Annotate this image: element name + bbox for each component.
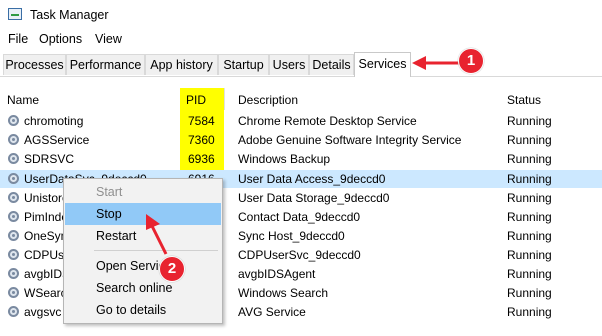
service-gear-icon: [8, 115, 19, 126]
service-gear-icon: [8, 134, 19, 145]
step2-badge: 2: [159, 256, 185, 282]
table-row[interactable]: SDRSVC 6936 Windows Backup Running: [0, 150, 602, 168]
col-description[interactable]: Description: [238, 93, 298, 107]
service-name: avgsvc: [24, 305, 62, 319]
menu-item-start: Start: [96, 185, 123, 199]
menu-file[interactable]: File: [8, 32, 28, 46]
service-gear-icon: [8, 192, 19, 203]
service-status: Running: [507, 210, 552, 224]
tab-services[interactable]: Services: [354, 52, 411, 77]
step2-arrow: [146, 214, 168, 255]
table-row[interactable]: AGSService 7360 Adobe Genuine Software I…: [0, 131, 602, 149]
service-description: Windows Backup: [238, 152, 331, 166]
service-description: AVG Service: [238, 305, 306, 319]
service-gear-icon: [8, 173, 19, 184]
menu-item-go-to-details[interactable]: Go to details: [65, 299, 221, 321]
service-description: Chrome Remote Desktop Service: [238, 114, 417, 128]
tab-users[interactable]: Users: [269, 54, 309, 75]
tab-details[interactable]: Details: [309, 54, 354, 75]
service-description: avgbIDSAgent: [238, 267, 316, 281]
col-name[interactable]: Name: [7, 93, 39, 107]
service-status: Running: [507, 133, 552, 147]
step1-badge: 1: [458, 48, 484, 74]
service-gear-icon: [8, 306, 19, 317]
tab-performance[interactable]: Performance: [66, 54, 145, 75]
task-manager-icon: [8, 8, 22, 20]
tab-processes[interactable]: Processes: [3, 54, 66, 75]
menu-options[interactable]: Options: [39, 32, 82, 46]
service-status: Running: [507, 286, 552, 300]
service-name: SDRSVC: [24, 152, 75, 166]
menu-view[interactable]: View: [95, 32, 122, 46]
service-pid: 7584: [188, 114, 215, 128]
tab-startup[interactable]: Startup: [218, 54, 269, 75]
service-description: Adobe Genuine Software Integrity Service: [238, 133, 462, 147]
service-name: AGSService: [24, 133, 90, 147]
column-header: ⌄ Name PID Description Status: [0, 88, 602, 184]
menu-item-search-online[interactable]: Search online: [65, 277, 221, 299]
service-gear-icon: [8, 268, 19, 279]
service-pid: 7360: [188, 133, 215, 147]
service-gear-icon: [8, 211, 19, 222]
service-status: Running: [507, 191, 552, 205]
service-description: User Data Storage_9deccd0: [238, 191, 390, 205]
table-row[interactable]: chromoting 7584 Chrome Remote Desktop Se…: [0, 112, 602, 130]
service-status: Running: [507, 114, 552, 128]
service-gear-icon: [8, 249, 19, 260]
service-description: Contact Data_9deccd0: [238, 210, 361, 224]
service-status: Running: [507, 305, 552, 319]
tab-strip: Processes Performance App history Startu…: [0, 52, 602, 77]
service-description: User Data Access_9deccd0: [238, 172, 386, 186]
service-status: Running: [507, 248, 552, 262]
window-title: Task Manager: [30, 8, 109, 22]
col-status[interactable]: Status: [507, 93, 541, 107]
tab-app-history[interactable]: App history: [145, 54, 218, 75]
service-pid: 6936: [188, 152, 215, 166]
service-description: CDPUserSvc_9deccd0: [238, 248, 361, 262]
service-name: chromoting: [24, 114, 84, 128]
title-bar: Task Manager: [0, 0, 602, 30]
service-gear-icon: [8, 153, 19, 164]
service-status: Running: [507, 267, 552, 281]
service-gear-icon: [8, 230, 19, 241]
service-gear-icon: [8, 287, 19, 298]
service-status: Running: [507, 172, 552, 186]
service-status: Running: [507, 152, 552, 166]
service-description: Sync Host_9deccd0: [238, 229, 345, 243]
service-description: Windows Search: [238, 286, 329, 300]
service-status: Running: [507, 229, 552, 243]
col-pid[interactable]: PID: [186, 93, 206, 107]
